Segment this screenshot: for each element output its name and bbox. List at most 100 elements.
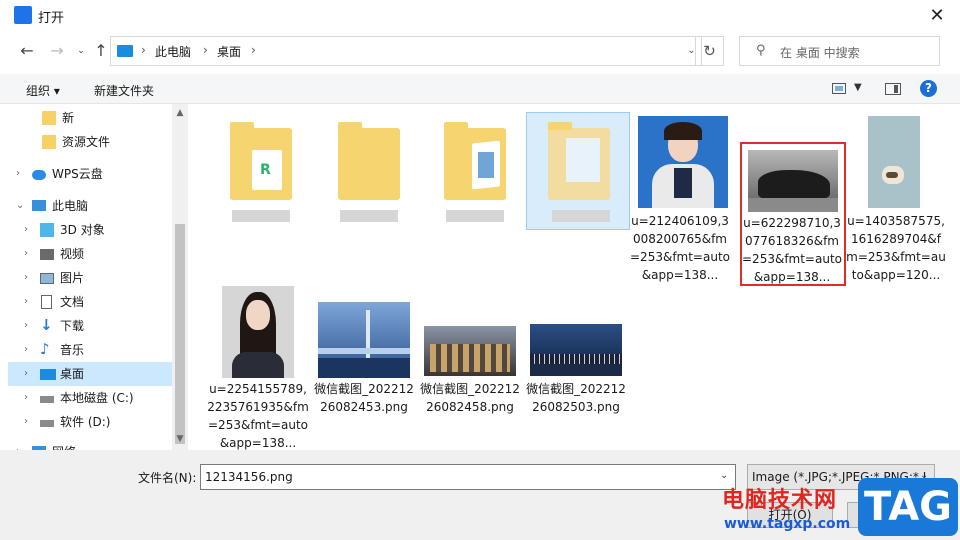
help-icon[interactable]: ?: [920, 80, 937, 97]
sidebar-item-label: 3D 对象: [60, 223, 105, 237]
close-button[interactable]: ✕: [922, 2, 952, 30]
folder-item-selected[interactable]: [526, 112, 632, 232]
watermark-logo: TAG: [858, 478, 958, 536]
scroll-thumb[interactable]: [175, 224, 185, 444]
sidebar-item-pictures[interactable]: › 图片: [8, 266, 172, 290]
chevron-right-icon[interactable]: ›: [24, 410, 28, 434]
sidebar-item-label: 本地磁盘 (C:): [60, 391, 134, 405]
image-thumbnail: [424, 326, 516, 376]
computer-icon: [117, 45, 133, 57]
sidebar-item-network[interactable]: › 网络: [8, 440, 172, 450]
sidebar-item-label: 文档: [60, 295, 85, 309]
search-placeholder: 在 桌面 中搜索: [780, 46, 860, 60]
search-input[interactable]: ⚲ 在 桌面 中搜索: [739, 36, 940, 66]
preview-pane-icon[interactable]: [885, 83, 901, 95]
scroll-down-icon[interactable]: ▼: [172, 434, 188, 444]
sidebar-scrollbar[interactable]: ▲ ▼: [172, 104, 188, 450]
file-name: 微信截图_20221226082503.png: [526, 382, 626, 414]
image-thumbnail: [530, 324, 622, 376]
image-file-item[interactable]: u=212406109,3008200765&fm=253&fmt=auto&a…: [630, 112, 740, 292]
recent-locations-icon[interactable]: ⌄: [70, 40, 92, 62]
sidebar-item-drive-d[interactable]: › 软件 (D:): [8, 410, 172, 434]
chevron-down-icon[interactable]: ⌄: [16, 194, 24, 218]
desktop-icon: [40, 369, 56, 380]
folder-item[interactable]: [420, 108, 526, 228]
back-button[interactable]: ←: [16, 40, 38, 62]
image-file-item[interactable]: 微信截图_20221226082453.png: [314, 282, 420, 432]
filename-input[interactable]: 12134156.png: [200, 464, 736, 490]
chevron-right-icon[interactable]: ›: [16, 440, 20, 450]
sidebar-item-music[interactable]: › ♪ 音乐: [8, 338, 172, 362]
up-button[interactable]: ↑: [90, 40, 112, 62]
sidebar-item-desktop[interactable]: › 桌面: [8, 362, 172, 386]
image-thumbnail: [868, 116, 920, 208]
sidebar-item-label: 网络: [52, 440, 76, 450]
chevron-right-icon[interactable]: ›: [24, 242, 28, 266]
organize-button[interactable]: 组织 ▾: [26, 82, 60, 99]
view-mode-icon[interactable]: [832, 83, 846, 94]
document-icon: [41, 295, 52, 309]
search-icon: ⚲: [756, 43, 766, 58]
image-thumbnail: [222, 286, 294, 378]
file-name: u=622298710,3077618326&fm=253&fmt=auto&a…: [742, 216, 842, 284]
image-file-item[interactable]: 微信截图_20221226082503.png: [526, 282, 632, 432]
chevron-right-icon[interactable]: ›: [24, 386, 28, 410]
filename-label: 文件名(N):: [138, 471, 197, 485]
chevron-right-icon[interactable]: ›: [24, 362, 28, 386]
breadcrumb-desktop[interactable]: 桌面: [217, 43, 241, 60]
sidebar-item-resources[interactable]: 资源文件: [8, 130, 172, 154]
sidebar-item-new[interactable]: 新: [8, 106, 172, 130]
folder-item[interactable]: [314, 108, 420, 228]
chevron-right-icon[interactable]: ›: [24, 218, 28, 242]
folder-icon: [42, 111, 56, 125]
computer-icon: [32, 200, 46, 211]
window-title: 打开: [38, 11, 65, 26]
watermark-text: 电脑技术网: [722, 488, 838, 513]
image-file-item-highlighted[interactable]: u=622298710,3077618326&fm=253&fmt=auto&a…: [740, 112, 846, 292]
image-thumbnail: [748, 150, 838, 212]
folder-icon: [444, 122, 506, 200]
image-file-item[interactable]: u=2254155789,2235761935&fm=253&fmt=auto&…: [206, 282, 312, 452]
sidebar-item-label: 视频: [60, 247, 85, 261]
chevron-right-icon[interactable]: ›: [24, 266, 28, 290]
folder-icon: [338, 122, 400, 200]
chevron-right-icon[interactable]: ›: [24, 314, 28, 338]
drive-icon: [40, 396, 54, 403]
sidebar-item-label: 新: [62, 111, 75, 125]
refresh-button[interactable]: ↻: [696, 36, 724, 66]
chevron-right-icon[interactable]: ›: [24, 338, 28, 362]
sidebar-item-label: 资源文件: [62, 135, 111, 149]
download-icon: ↓: [40, 316, 53, 334]
sidebar-item-downloads[interactable]: › ↓ 下载: [8, 314, 172, 338]
sidebar-item-documents[interactable]: › 文档: [8, 290, 172, 314]
new-folder-button[interactable]: 新建文件夹: [94, 82, 154, 99]
sidebar-item-drive-c[interactable]: › 本地磁盘 (C:): [8, 386, 172, 410]
folder-item[interactable]: R: [206, 108, 312, 228]
image-file-item[interactable]: u=1403587575,1616289704&fm=253&fmt=auto&…: [846, 112, 952, 292]
music-icon: ♪: [40, 340, 50, 358]
folder-icon: R: [230, 122, 292, 200]
view-dropdown-icon[interactable]: ▼: [854, 82, 862, 93]
image-thumbnail: [638, 116, 728, 208]
sidebar-item-label: 此电脑: [52, 199, 89, 213]
app-icon: [14, 6, 32, 24]
address-bar[interactable]: › 此电脑 › 桌面 ›: [110, 36, 696, 66]
sidebar-item-3d-objects[interactable]: › 3D 对象: [8, 218, 172, 242]
cloud-icon: [32, 170, 46, 180]
file-name: 微信截图_20221226082453.png: [314, 382, 414, 414]
drive-icon: [40, 420, 54, 427]
breadcrumb-this-pc[interactable]: 此电脑: [155, 43, 191, 60]
image-file-item[interactable]: 微信截图_20221226082458.png: [420, 282, 526, 432]
toolbar: 组织 ▾ 新建文件夹 ▼ ?: [0, 74, 960, 104]
sidebar-item-videos[interactable]: › 视频: [8, 242, 172, 266]
sidebar-item-label: 桌面: [60, 367, 85, 381]
sidebar-item-wps-cloud[interactable]: › WPS云盘: [8, 162, 172, 186]
chevron-down-icon[interactable]: ⌄: [720, 470, 728, 481]
forward-button[interactable]: →: [46, 40, 68, 62]
chevron-right-icon[interactable]: ›: [16, 162, 20, 186]
image-thumbnail: [318, 302, 410, 378]
scroll-up-icon[interactable]: ▲: [172, 108, 188, 118]
sidebar-item-this-pc[interactable]: ⌄ 此电脑: [8, 194, 172, 218]
chevron-right-icon[interactable]: ›: [24, 290, 28, 314]
chevron-right-icon: ›: [141, 43, 146, 57]
